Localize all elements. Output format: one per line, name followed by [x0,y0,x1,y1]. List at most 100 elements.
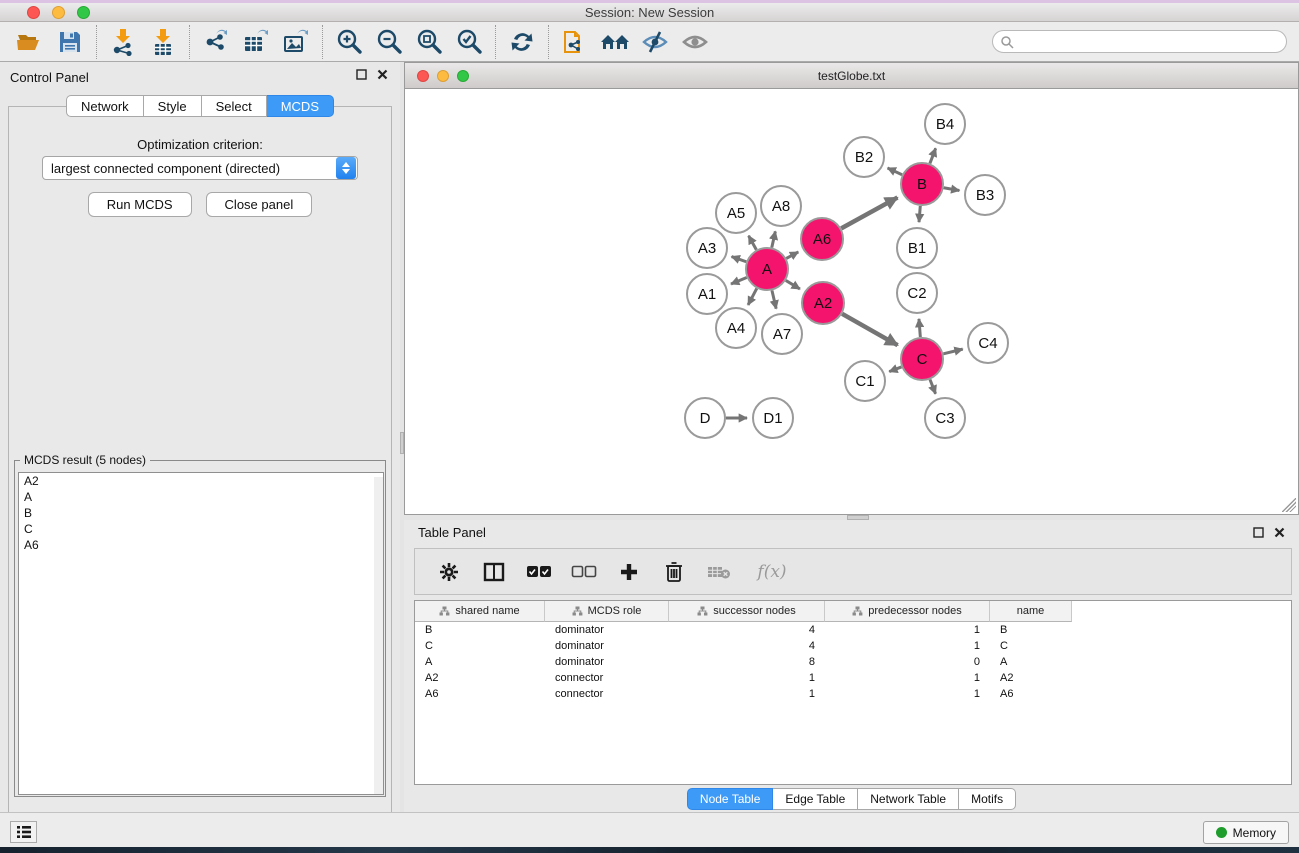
show-all-button[interactable] [675,25,715,59]
graph-edge-A-A8[interactable] [772,231,776,247]
function-builder-button[interactable]: f(x) [750,558,794,586]
deselect-all-columns-button[interactable] [570,558,598,586]
graph-node-A3[interactable]: A3 [687,228,727,268]
table-cell[interactable]: 1 [825,622,990,638]
save-session-button[interactable] [50,25,90,59]
graph-edge-C-C1[interactable] [889,367,901,372]
table-cell[interactable]: 4 [669,638,825,654]
mcds-result-list[interactable]: A2ABCA6 [18,472,384,795]
graph-node-A[interactable]: A [746,248,788,290]
new-network-from-selection-button[interactable] [555,25,595,59]
table-row[interactable]: A6connector11A6 [415,686,1291,702]
graph-edge-B-B1[interactable] [919,206,920,222]
graph-node-C3[interactable]: C3 [925,398,965,438]
mcds-result-item[interactable]: A [19,489,383,505]
table-cell[interactable]: B [990,622,1072,638]
graph-node-B2[interactable]: B2 [844,137,884,177]
zoom-selected-button[interactable] [449,25,489,59]
tab-node-table[interactable]: Node Table [687,788,774,810]
memory-button[interactable]: Memory [1203,821,1289,844]
table-cell[interactable]: A2 [990,670,1072,686]
graph-node-A7[interactable]: A7 [762,314,802,354]
graph-node-A4[interactable]: A4 [716,308,756,348]
export-network-button[interactable] [196,25,236,59]
graph-node-A2[interactable]: A2 [802,282,844,324]
table-cell[interactable]: 1 [825,686,990,702]
close-panel-icon[interactable] [377,69,388,80]
search-input[interactable] [1014,33,1286,51]
optimization-criterion-select[interactable]: largest connected component (directed) [42,156,358,180]
graph-node-D1[interactable]: D1 [753,398,793,438]
table-cell[interactable]: 1 [669,686,825,702]
graph-edge-A-A5[interactable] [749,236,757,250]
column-header-successor-nodes[interactable]: successor nodes [669,601,825,622]
minimize-network-button[interactable] [437,70,449,82]
show-column-button[interactable] [480,558,508,586]
graph-edge-B-B4[interactable] [930,148,936,163]
table-cell[interactable]: A2 [415,670,545,686]
table-cell[interactable]: connector [545,670,669,686]
float-panel-icon[interactable] [1253,527,1264,538]
select-all-columns-button[interactable] [525,558,553,586]
minimize-window-button[interactable] [52,6,65,19]
window-resize-grip[interactable] [1282,498,1296,512]
graph-edge-A-A3[interactable] [732,257,747,262]
graph-edge-A-A4[interactable] [748,288,757,305]
float-panel-icon[interactable] [356,69,367,80]
graph-node-A8[interactable]: A8 [761,186,801,226]
table-cell[interactable]: 8 [669,654,825,670]
table-row[interactable]: Bdominator41B [415,622,1291,638]
refresh-button[interactable] [502,25,542,59]
home-layout-button[interactable] [595,25,635,59]
graph-edge-A-A6[interactable] [786,252,798,259]
table-cell[interactable]: A [990,654,1072,670]
network-graph[interactable]: B4B2BB3A8A5A6A3B1AA1C2A2A4A7C4CC1C3DD1 [405,89,1298,514]
table-cell[interactable]: 0 [825,654,990,670]
table-cell[interactable]: connector [545,686,669,702]
graph-node-B3[interactable]: B3 [965,175,1005,215]
graph-edge-B-B2[interactable] [888,168,902,175]
graph-edge-A-A7[interactable] [772,290,776,308]
table-cell[interactable]: dominator [545,638,669,654]
table-settings-button[interactable] [435,558,463,586]
table-cell[interactable]: C [990,638,1072,654]
tab-network-table[interactable]: Network Table [858,788,959,810]
graph-node-B[interactable]: B [901,163,943,205]
zoom-window-button[interactable] [77,6,90,19]
zoom-network-button[interactable] [457,70,469,82]
tab-style[interactable]: Style [144,95,202,117]
table-cell[interactable]: A6 [990,686,1072,702]
mcds-result-item[interactable]: C [19,521,383,537]
graph-edge-A-A2[interactable] [786,280,800,289]
column-header-predecessor-nodes[interactable]: predecessor nodes [825,601,990,622]
export-image-button[interactable] [276,25,316,59]
close-network-button[interactable] [417,70,429,82]
table-cell[interactable]: A [415,654,545,670]
run-mcds-button[interactable]: Run MCDS [88,192,192,217]
import-table-button[interactable] [143,25,183,59]
tab-mcds[interactable]: MCDS [267,95,334,117]
graph-edge-C-C3[interactable] [930,379,936,393]
graph-edge-C-C2[interactable] [919,319,920,337]
graph-edge-C-C4[interactable] [943,349,962,354]
table-cell[interactable]: 1 [669,670,825,686]
table-cell[interactable]: dominator [545,654,669,670]
delete-column-button[interactable] [660,558,688,586]
close-panel-button[interactable]: Close panel [206,192,313,217]
tab-network[interactable]: Network [66,95,144,117]
column-header-mcds-role[interactable]: MCDS role [545,601,669,622]
graph-node-B1[interactable]: B1 [897,228,937,268]
table-cell[interactable]: dominator [545,622,669,638]
mcds-result-item[interactable]: A2 [19,473,383,489]
graph-edge-A-A1[interactable] [731,277,747,284]
import-network-button[interactable] [103,25,143,59]
graph-edge-B-B3[interactable] [944,188,960,191]
graph-node-C[interactable]: C [901,338,943,380]
column-header-shared-name[interactable]: shared name [415,601,545,622]
result-list-scrollbar[interactable] [374,477,383,795]
hide-selected-button[interactable] [635,25,675,59]
table-cell[interactable]: C [415,638,545,654]
graph-node-C4[interactable]: C4 [968,323,1008,363]
close-panel-icon[interactable] [1274,527,1285,538]
zoom-fit-button[interactable] [409,25,449,59]
